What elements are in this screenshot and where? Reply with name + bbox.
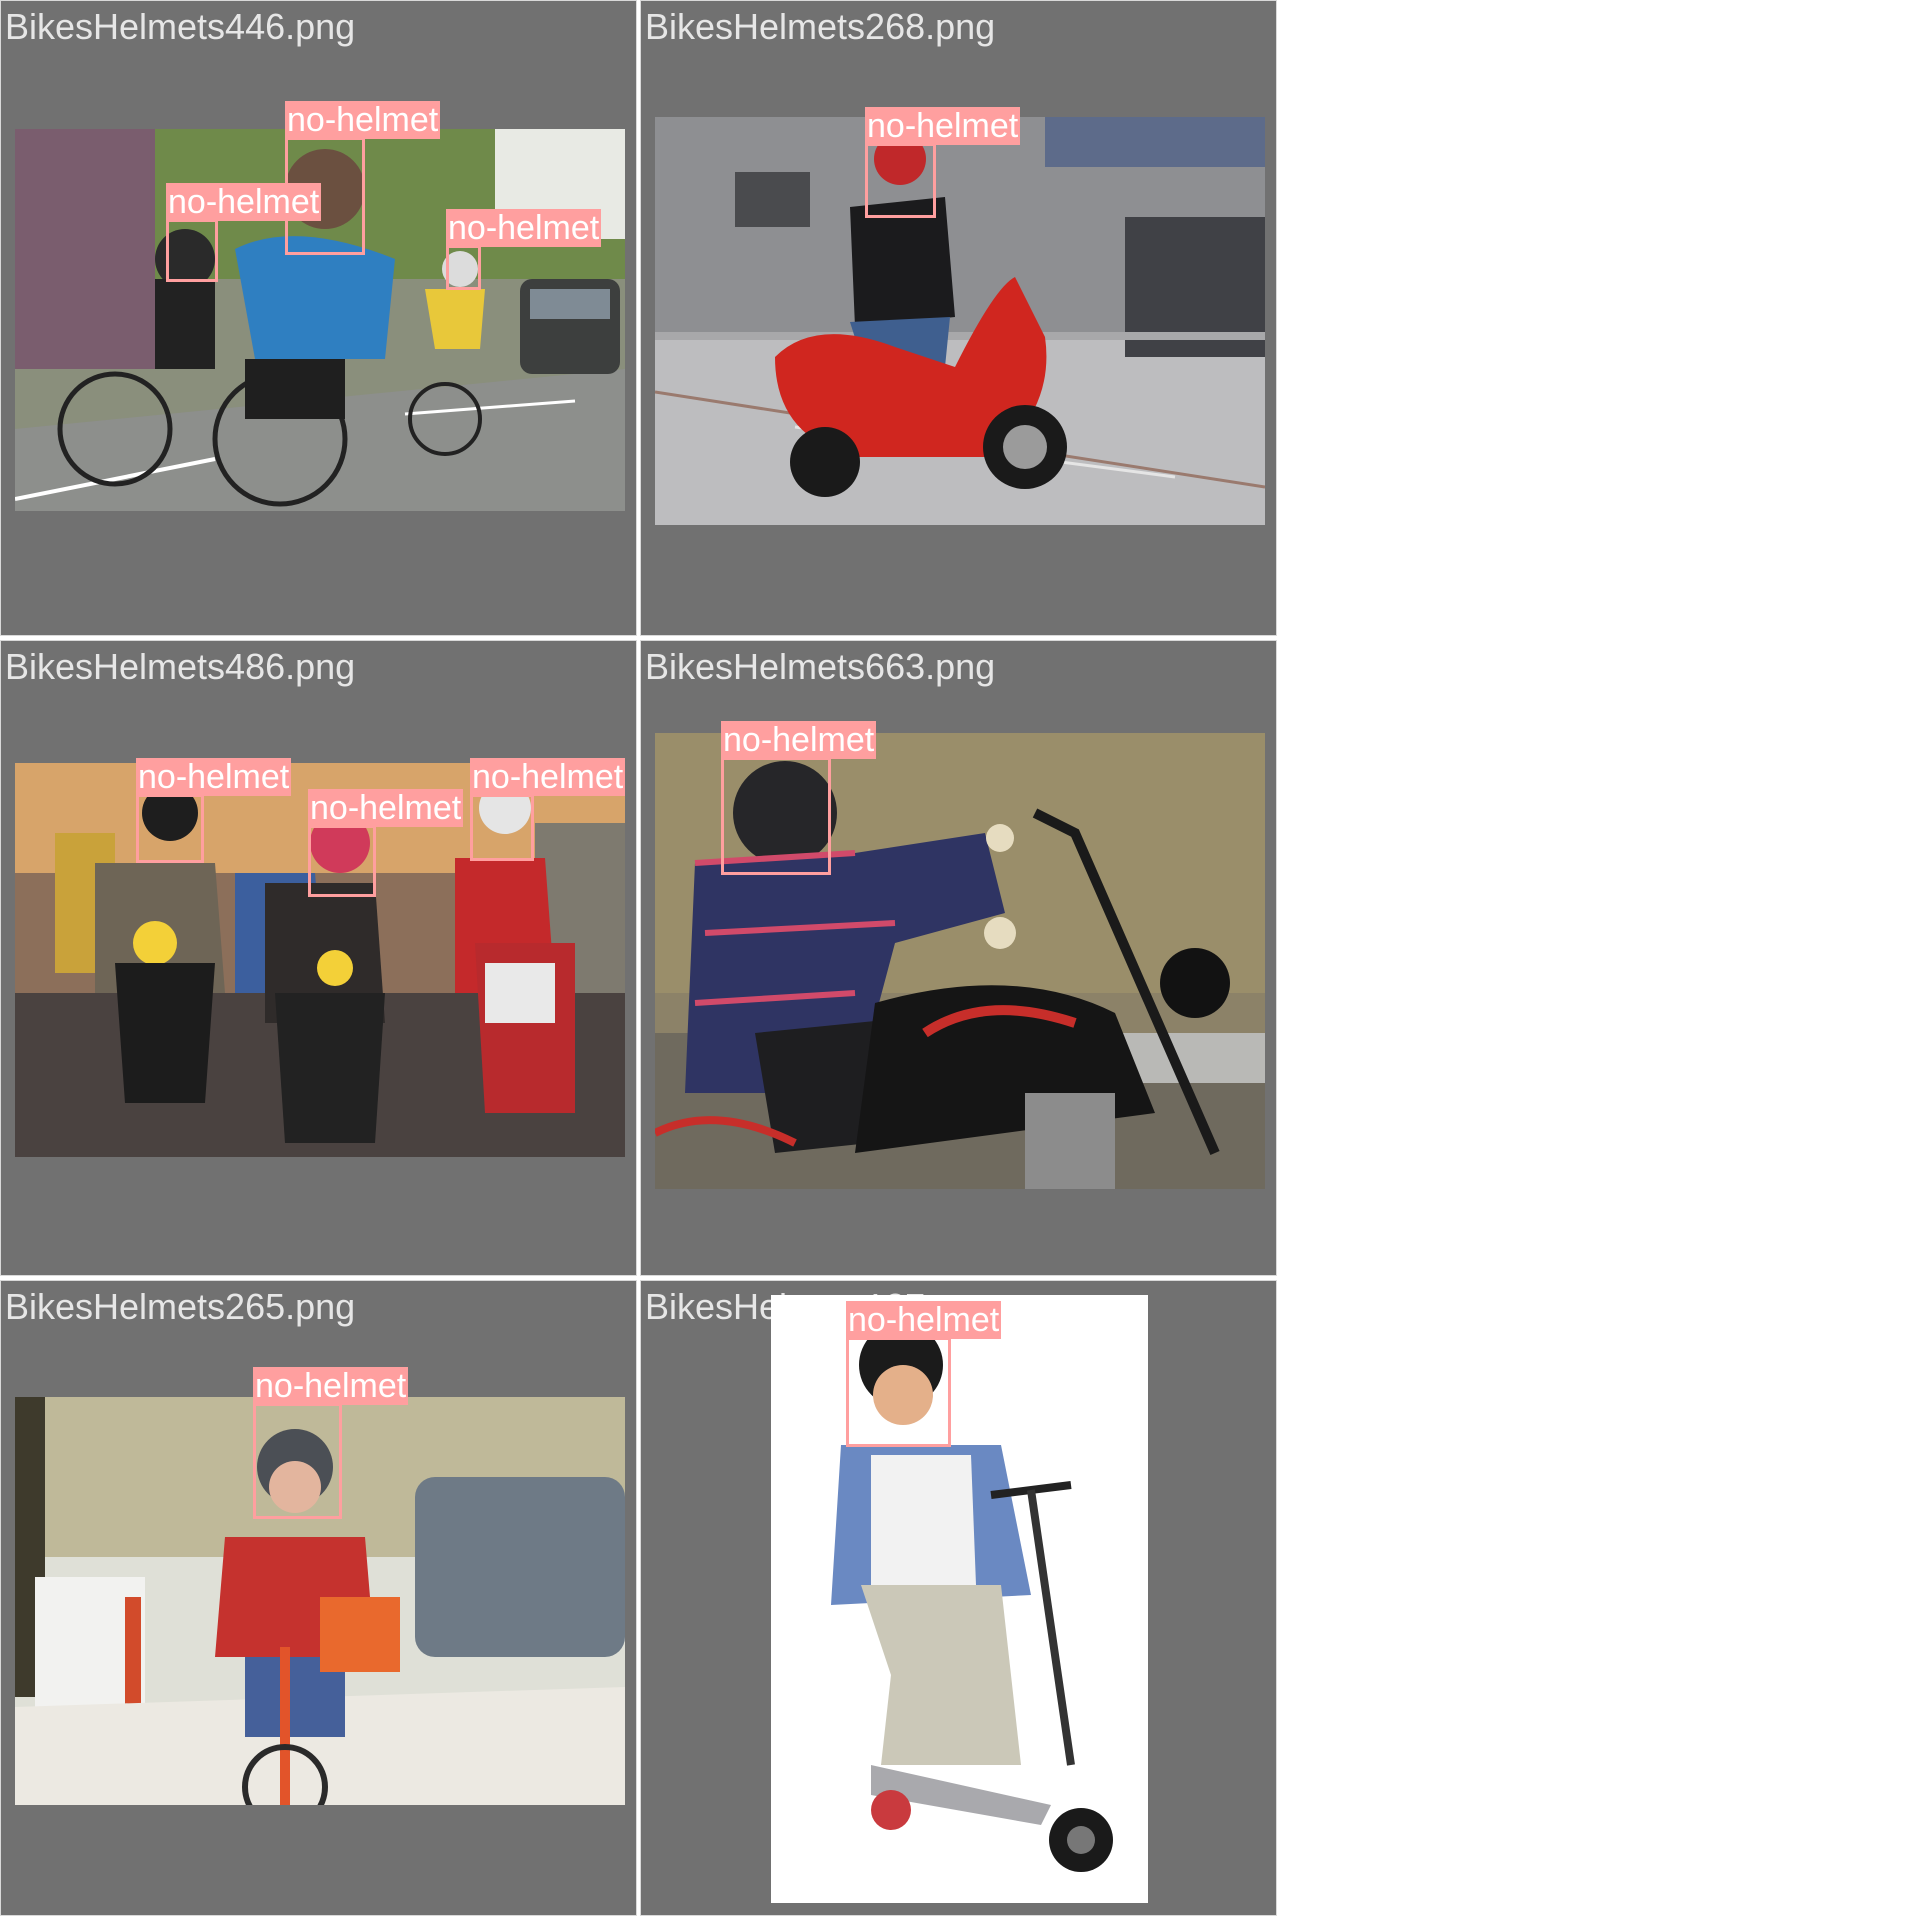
grid-cell: BikesHelmets446.png no-helmet no-helmet …	[0, 0, 637, 636]
detection-box	[446, 245, 481, 290]
detection-label: no-helmet	[308, 789, 464, 827]
detection-label: no-helmet	[846, 1301, 1002, 1339]
detection-box	[166, 219, 218, 282]
detection-label: no-helmet	[470, 758, 626, 796]
image-filename: BikesHelmets446.png	[5, 6, 356, 47]
image-grid: BikesHelmets446.png no-helmet no-helmet …	[0, 0, 1280, 1920]
photo-scooter-rider	[655, 117, 1265, 525]
detection-label: no-helmet	[253, 1367, 409, 1405]
detection-label: no-helmet	[721, 721, 877, 759]
grid-cell: BikesHelmets127.png no-helmet	[640, 1280, 1277, 1916]
detection-label: no-helmet	[166, 183, 322, 221]
grid-cell: BikesHelmets265.png no-helmet	[0, 1280, 637, 1916]
photo-scooter-boy	[771, 1295, 1148, 1903]
detection-box	[721, 757, 831, 875]
detection-label: no-helmet	[136, 758, 292, 796]
detection-box	[846, 1337, 951, 1447]
detection-label: no-helmet	[865, 107, 1021, 145]
detection-box	[470, 794, 534, 861]
grid-cell: BikesHelmets663.png no-helmet	[640, 640, 1277, 1276]
image-filename: BikesHelmets265.png	[5, 1286, 356, 1327]
detection-box	[865, 143, 936, 218]
image-filename: BikesHelmets486.png	[5, 646, 356, 687]
detection-label: no-helmet	[446, 209, 602, 247]
image-filename: BikesHelmets268.png	[645, 6, 996, 47]
grid-cell: BikesHelmets486.png no-helmet no-helmet …	[0, 640, 637, 1276]
detection-box	[136, 794, 204, 863]
detection-box	[253, 1403, 342, 1519]
detection-box	[308, 825, 376, 897]
grid-cell: BikesHelmets268.png no-helmet	[640, 0, 1277, 636]
image-filename: BikesHelmets663.png	[645, 646, 996, 687]
detection-label: no-helmet	[285, 101, 441, 139]
